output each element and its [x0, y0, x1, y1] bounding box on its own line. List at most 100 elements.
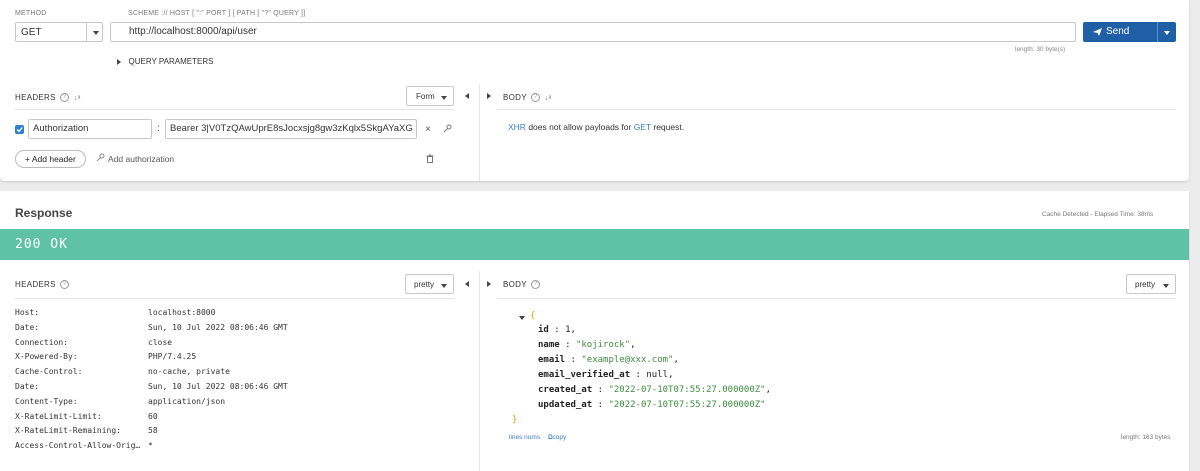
- send-icon: [1093, 28, 1102, 36]
- response-headers-format-select[interactable]: pretty: [405, 274, 454, 294]
- header-key: X-RateLimit-Remaining:: [15, 426, 121, 436]
- response-panel: Response Cache Detected - Elapsed Time: …: [0, 191, 1189, 471]
- send-button[interactable]: Send: [1083, 22, 1176, 42]
- body-message-suffix: request.: [651, 122, 685, 132]
- copy-label: copy: [552, 434, 567, 441]
- header-name-input[interactable]: Authorization: [28, 119, 152, 139]
- response-column-divider: [479, 271, 480, 471]
- line-numbers-link[interactable]: lines nums: [509, 434, 540, 441]
- header-enabled-checkbox[interactable]: [15, 125, 24, 134]
- list-item: Cache-Control: no-cache, private: [15, 365, 230, 380]
- json-value: "example@xxx.com": [581, 355, 674, 365]
- send-button-label: Send: [1106, 26, 1130, 37]
- trash-icon[interactable]: [426, 154, 434, 163]
- chevron-down-icon: [441, 284, 447, 288]
- header-value: close: [148, 337, 173, 347]
- request-headers-title: HEADERS ? ↓​ᵃ: [15, 93, 81, 102]
- json-line: name : "kojirock",: [538, 340, 636, 350]
- json-value: "kojirock": [575, 340, 631, 350]
- sort-icon[interactable]: ↓​ᵃ: [545, 95, 552, 102]
- close-icon[interactable]: ×: [425, 124, 431, 135]
- help-icon[interactable]: ?: [531, 93, 541, 102]
- chevron-down-icon: [441, 96, 447, 100]
- json-line: email_verified_at : null,: [538, 370, 674, 380]
- headers-mode-value: Form: [416, 92, 435, 101]
- add-authorization-link[interactable]: Add authorization: [108, 154, 174, 164]
- json-open-brace: {: [530, 311, 536, 321]
- json-line: created_at : "2022-07-10T07:55:27.000000…: [538, 385, 772, 395]
- chevron-down-icon: [93, 31, 99, 35]
- body-footer-links: lines nums ⧉copy: [509, 434, 566, 442]
- json-key: updated_at: [538, 400, 593, 410]
- header-value: application/json: [148, 396, 226, 406]
- list-item: Connection: close: [15, 336, 172, 351]
- query-parameters-label: QUERY PARAMETERS: [128, 57, 214, 67]
- header-key: Content-Type:: [15, 396, 78, 406]
- header-key: Date:: [15, 322, 40, 332]
- help-icon[interactable]: ?: [60, 93, 70, 102]
- help-icon[interactable]: ?: [531, 280, 541, 289]
- json-key: name: [538, 340, 560, 350]
- header-value: Sun, 10 Jul 2022 08:06:46 GMT: [148, 382, 288, 391]
- query-parameters-toggle[interactable]: QUERY PARAMETERS: [117, 56, 213, 66]
- list-item: X-RateLimit-Remaining: 58: [15, 424, 158, 439]
- json-line: updated_at : "2022-07-10T07:55:27.000000…: [538, 400, 766, 410]
- json-line: id : 1,: [538, 325, 576, 335]
- body-length: length: 163 bytes: [1121, 434, 1171, 441]
- check-icon: [16, 127, 23, 133]
- header-value-input[interactable]: Bearer 3|V0TzQAwUprE8sJocxsjg8gw3zKqlx5S…: [165, 119, 417, 139]
- json-value: "2022-07-10T07:55:27.000000Z": [608, 385, 766, 395]
- body-message: XHR does not allow payloads for GET requ…: [508, 122, 684, 132]
- header-separator: :: [157, 123, 160, 134]
- status-text: 200 OK: [15, 237, 68, 252]
- key-icon[interactable]: [443, 124, 452, 133]
- list-item: X-Powered-By: PHP/7.4.25: [15, 350, 196, 365]
- send-split-divider: [1157, 22, 1158, 42]
- json-line: email : "example@xxx.com",: [538, 355, 679, 365]
- request-body-label: BODY: [503, 93, 527, 102]
- cache-info: Cache Detected - Elapsed Time: 38ms: [1042, 211, 1154, 218]
- method-label: METHOD: [15, 10, 47, 17]
- status-bar: 200 OK: [0, 229, 1189, 260]
- list-item: Host: localhost:8000: [15, 306, 215, 321]
- collapse-json-icon[interactable]: [519, 316, 525, 320]
- headers-mode-select[interactable]: Form: [406, 86, 454, 106]
- list-item: Access-Control-Allow-Orig… *: [15, 439, 153, 454]
- json-value: null: [646, 370, 669, 380]
- method-select[interactable]: GET: [15, 22, 103, 42]
- header-value: PHP/7.4.25: [148, 352, 197, 362]
- header-key: X-Powered-By:: [15, 352, 78, 362]
- url-length: length: 30 byte(s): [1015, 46, 1066, 53]
- get-link[interactable]: GET: [634, 122, 651, 132]
- header-key: Connection:: [15, 337, 68, 347]
- json-key: created_at: [538, 385, 593, 395]
- expand-right-icon[interactable]: [487, 281, 491, 287]
- expand-right-icon[interactable]: [487, 93, 491, 99]
- json-close-brace: }: [512, 415, 518, 425]
- help-icon[interactable]: ?: [60, 280, 70, 289]
- header-value: Sun, 10 Jul 2022 08:06:46 GMT: [148, 322, 288, 332]
- header-value: *: [148, 441, 153, 451]
- list-item: X-RateLimit-Limit: 60: [15, 410, 158, 425]
- sort-icon[interactable]: ↓​ᵃ: [74, 95, 81, 102]
- copy-link[interactable]: ⧉copy: [548, 434, 566, 441]
- response-body-format-value: pretty: [1135, 280, 1156, 289]
- response-body-format-select[interactable]: pretty: [1126, 274, 1176, 294]
- collapse-left-icon[interactable]: [465, 93, 469, 99]
- json-value: 1: [565, 325, 571, 335]
- response-body-divider: [497, 298, 1176, 299]
- url-input[interactable]: http://localhost:8000/api/user: [110, 22, 1076, 42]
- json-value: "2022-07-10T07:55:27.000000Z": [608, 400, 766, 410]
- add-header-label: + Add header: [25, 154, 76, 164]
- xhr-link[interactable]: XHR: [508, 122, 526, 132]
- request-headers-label: HEADERS: [15, 93, 56, 102]
- method-value: GET: [21, 27, 42, 38]
- header-key: Host:: [15, 308, 40, 317]
- response-headers-divider: [15, 298, 454, 299]
- add-header-button[interactable]: + Add header: [15, 150, 86, 168]
- header-value: no-cache, private: [148, 367, 230, 377]
- collapse-left-icon[interactable]: [465, 281, 469, 287]
- list-item: Content-Type: application/json: [15, 395, 225, 410]
- json-key: id: [538, 325, 549, 335]
- send-options-chevron-icon[interactable]: [1164, 31, 1170, 35]
